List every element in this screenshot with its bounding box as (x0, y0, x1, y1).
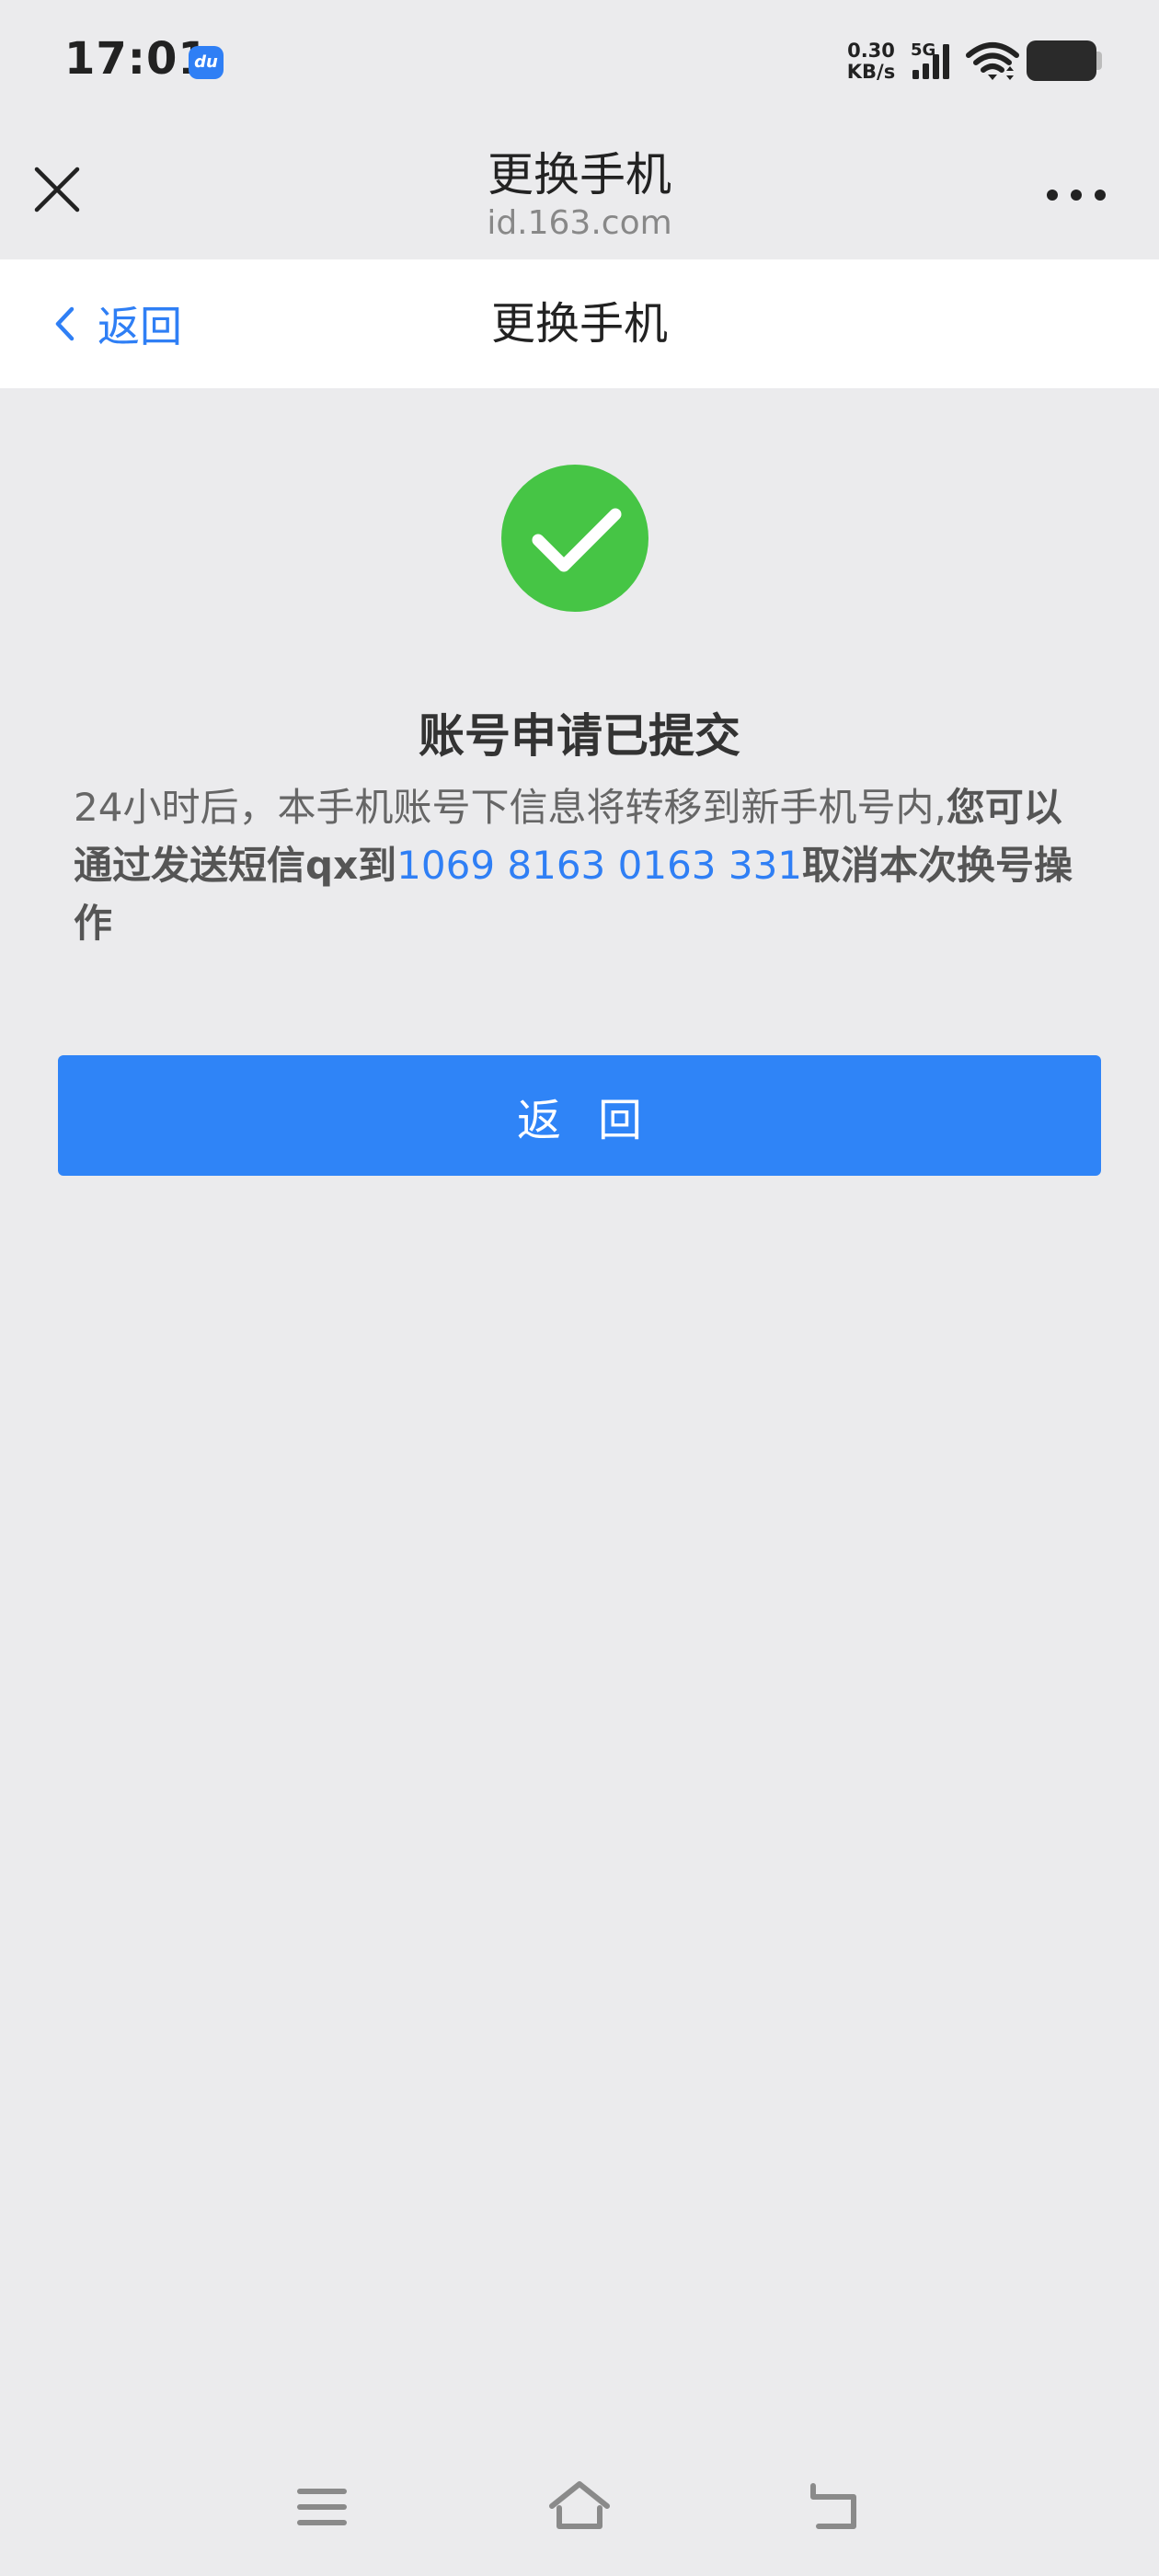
signal-icon: 5G (911, 40, 957, 81)
status-message: 24小时后，本手机账号下信息将转移到新手机号内,您可以通过发送短信qx到1069… (74, 778, 1085, 952)
status-title: 账号申请已提交 (419, 709, 740, 763)
home-button[interactable] (543, 2475, 616, 2539)
back-link[interactable]: 返回 (53, 259, 182, 388)
network-speed-unit: KB/s (846, 61, 896, 83)
status-bar: 17:01 du 0.30 KB/s 5G (0, 0, 1159, 120)
sms-number: 1069 8163 0163 331 (396, 843, 803, 888)
message-text: 24小时后，本手机账号下信息将转移到新手机号内, (74, 785, 947, 830)
back-icon (810, 2483, 856, 2529)
app-notification-icon: du (189, 46, 224, 79)
chevron-left-icon (55, 306, 75, 341)
more-icon-dot (1095, 190, 1106, 201)
home-icon (549, 2481, 610, 2529)
battery-icon (1027, 40, 1096, 81)
browser-header: 更换手机 id.163.com (0, 120, 1159, 259)
menu-icon (297, 2489, 347, 2525)
battery-cap (1096, 52, 1102, 70)
return-button[interactable]: 返回 (58, 1055, 1101, 1176)
browser-domain: id.163.com (487, 204, 672, 242)
success-check-icon (501, 465, 648, 612)
more-icon (1047, 190, 1058, 201)
page-nav-bar: 返回 更换手机 (0, 259, 1159, 388)
wifi-icon (966, 40, 1019, 83)
more-button[interactable] (1047, 186, 1106, 204)
network-speed-value: 0.30 (847, 40, 895, 62)
menu-button[interactable] (285, 2475, 359, 2539)
more-icon-dot (1071, 190, 1082, 201)
system-nav-bar (0, 2438, 1159, 2576)
network-speed: 0.30 KB/s (842, 40, 901, 83)
browser-title: 更换手机 (488, 148, 671, 201)
back-button[interactable] (800, 2475, 874, 2539)
back-link-label: 返回 (98, 302, 182, 351)
